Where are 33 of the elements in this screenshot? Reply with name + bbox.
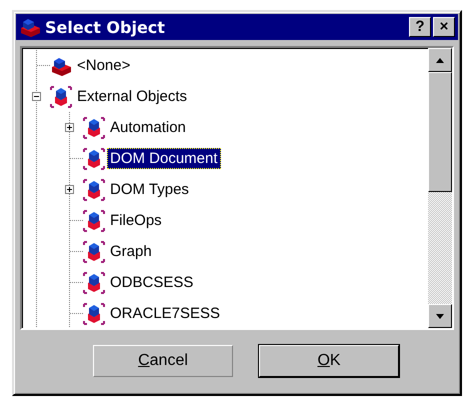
expand-icon[interactable] <box>65 123 74 132</box>
tree-item[interactable]: ORACLE7SESS <box>107 303 224 324</box>
object-icon <box>50 86 72 108</box>
tree-item[interactable]: <None> <box>74 55 134 76</box>
scroll-down-button[interactable] <box>428 304 452 328</box>
tree-item[interactable]: FileOps <box>107 210 165 231</box>
object-icon <box>83 148 105 170</box>
tree-item[interactable]: ODBCSESS <box>107 272 196 293</box>
tree-item[interactable]: DOM Types <box>107 179 192 200</box>
scroll-up-button[interactable] <box>428 48 452 72</box>
object-icon <box>83 178 105 200</box>
scrollbar[interactable] <box>428 48 452 328</box>
dialog-button[interactable]: OK <box>259 345 399 377</box>
close-button[interactable]: × <box>433 17 455 37</box>
object-icon <box>83 240 105 262</box>
bricks-icon <box>50 56 72 76</box>
object-icon <box>83 116 105 138</box>
tree-item[interactable]: External Objects <box>74 86 190 107</box>
window-title: Select Object <box>45 18 166 36</box>
up-arrow-icon <box>436 58 444 62</box>
tree-item[interactable]: Automation <box>107 117 189 138</box>
tree-item[interactable]: DOM Document <box>107 148 221 169</box>
down-arrow-icon <box>436 314 444 318</box>
app-icon <box>19 17 41 37</box>
scroll-thumb[interactable] <box>428 72 452 192</box>
tree-item[interactable]: Graph <box>107 241 155 262</box>
expand-icon[interactable] <box>65 185 74 194</box>
collapse-icon[interactable] <box>32 92 41 101</box>
object-icon <box>83 302 105 324</box>
dialog-button[interactable]: Cancel <box>93 345 233 377</box>
object-icon <box>83 272 105 294</box>
object-icon <box>83 210 105 232</box>
help-button[interactable]: ? <box>409 17 431 37</box>
